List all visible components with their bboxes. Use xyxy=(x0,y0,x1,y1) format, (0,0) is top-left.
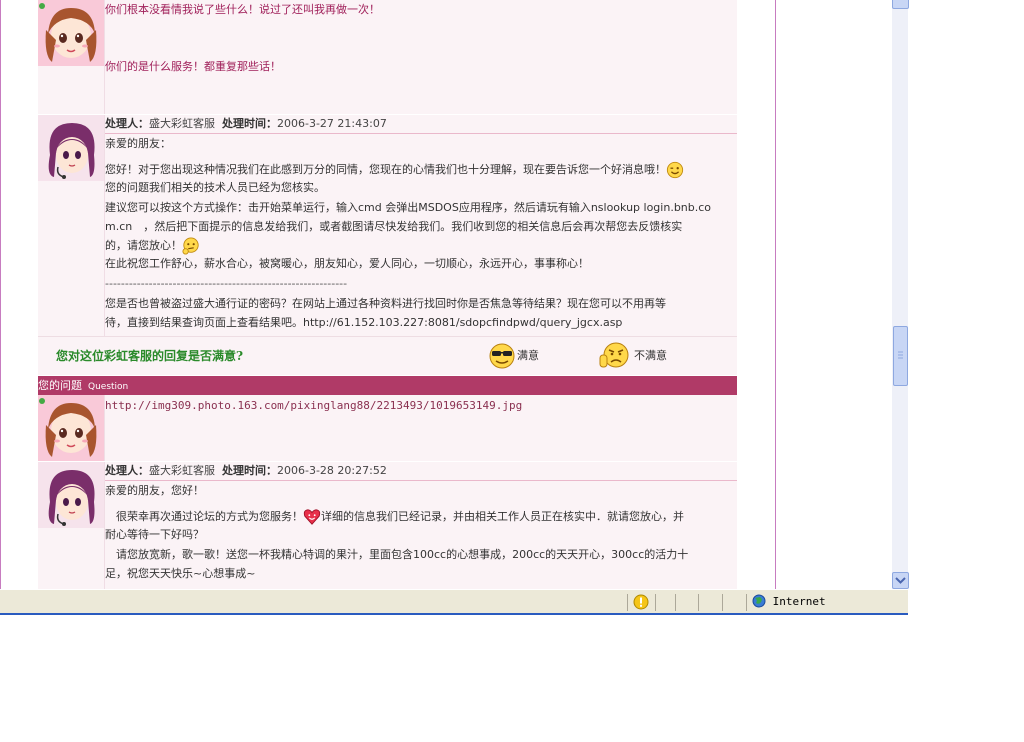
staff-reply-1: 处理人：盛大彩虹客服 处理时间：2006-3-27 21:43:07 亲爱的朋友… xyxy=(38,115,737,336)
status-divider xyxy=(675,594,676,611)
user-message-line-2: 你们的是什么服务！都重复那些话！ xyxy=(105,60,281,73)
reply-line-with-icon: 的，请您放心！ xyxy=(105,237,737,255)
reply-line: 详细的信息我们已经记录，并由相关工作人员正在核实中．就请您放心，并 xyxy=(321,510,684,523)
vertical-scrollbar[interactable] xyxy=(892,0,909,589)
reply-line-with-icon: 您好！对于您出现这种情况我们在此感到万分的同情，您现在的心情我们也十分理解，现在… xyxy=(105,161,737,179)
reply-1-header: 处理人：盛大彩虹客服 处理时间：2006-3-27 21:43:07 xyxy=(105,115,737,134)
frame-border-left xyxy=(0,0,1,589)
status-divider xyxy=(722,594,723,611)
globe-icon xyxy=(752,594,766,608)
unsatisfied-label[interactable]: 不满意 xyxy=(634,349,667,362)
browser-window: 你们根本没看情我说了些什么！说过了还叫我再做一次！ 你们的是什么服务！都重复那些… xyxy=(0,0,909,615)
window-bottom-border xyxy=(0,613,908,615)
satisfaction-row: 您对这位彩虹客服的回复是否满意? 满意 不满意 xyxy=(38,336,737,375)
reply-1-body: 亲爱的朋友： 您好！对于您出现这种情况我们在此感到万分的同情，您现在的心情我们也… xyxy=(105,135,737,332)
wink-smiley-icon xyxy=(666,161,684,179)
time-label: 处理时间： xyxy=(222,117,277,130)
reply-2-body: 亲爱的朋友，您好！ 很荣幸再次通过论坛的方式为您服务！ 详细的信息我们已经记录，并… xyxy=(105,482,737,583)
handler-name: 盛大彩虹客服 xyxy=(149,464,215,477)
satisfaction-question: 您对这位彩虹客服的回复是否满意? xyxy=(56,349,244,363)
satisfied-label[interactable]: 满意 xyxy=(517,349,539,362)
satisfied-option[interactable]: 满意 xyxy=(487,341,539,371)
reply-line: 在此祝您工作舒心，薪水合心，被窝暖心，朋友知心，爱人同心，一切顺心，永远开心，事… xyxy=(105,257,589,270)
reply-line: 请您放宽新，歌一歌！送您一杯我精心特调的果汁，里面包含100cc的心想事成，20… xyxy=(105,548,689,561)
scrollbar-thumb[interactable] xyxy=(893,326,908,386)
divider-line: ----------------------------------------… xyxy=(105,277,348,290)
user-message-url[interactable]: http://img309.photo.163.com/pixinglang88… xyxy=(105,399,522,412)
handler-label: 处理人： xyxy=(105,117,149,130)
angry-smiley-icon[interactable] xyxy=(598,341,630,371)
reply-time: 2006-3-27 21:43:07 xyxy=(277,117,387,130)
avatar-cell xyxy=(38,395,105,461)
question-section-bar: 您的问题 Question xyxy=(38,376,737,395)
reply-line: m.cn ，然后把下面提示的信息发给我们，或者截图请尽快发给我们。我们收到您的相… xyxy=(105,220,683,233)
handler-label: 处理人： xyxy=(105,464,149,477)
user-avatar-icon xyxy=(38,0,104,66)
avatar-cell xyxy=(38,0,105,114)
reply-2-header: 处理人：盛大彩虹客服 处理时间：2006-3-28 20:27:52 xyxy=(105,462,737,481)
staff-reply-2: 处理人：盛大彩虹客服 处理时间：2006-3-28 20:27:52 亲爱的朋友… xyxy=(38,462,737,589)
warning-icon[interactable] xyxy=(633,594,649,610)
frame-border-right xyxy=(775,0,776,589)
status-divider xyxy=(698,594,699,611)
avatar-cell xyxy=(38,462,105,589)
reply-line: 您是否也曾被盗过盛大通行证的密码？在网站上通过各种资料进行找回时你是否焦急等待结… xyxy=(105,297,666,310)
reply-line: 的，请您放心！ xyxy=(105,239,182,252)
chevron-down-icon xyxy=(895,577,906,584)
status-divider xyxy=(627,594,628,611)
reply-line-with-icon: 很荣幸再次通过论坛的方式为您服务！ 详细的信息我们已经记录，并由相关工作人员正在核… xyxy=(105,508,737,526)
heart-smiley-icon xyxy=(303,509,321,525)
scroll-up-button[interactable] xyxy=(892,0,909,9)
status-divider xyxy=(655,594,656,611)
reply-line: 您好！对于您出现这种情况我们在此感到万分的同情，您现在的心情我们也十分理解，现在… xyxy=(105,163,666,176)
reply-line: 待，直接到结果查询页面上查看结果吧。http://61.152.103.227:… xyxy=(105,316,623,329)
reply-line: 耐心等待一下好吗？ xyxy=(105,528,204,541)
question-bar-subtitle: Question xyxy=(88,382,129,392)
page-viewport: 你们根本没看情我说了些什么！说过了还叫我再做一次！ 你们的是什么服务！都重复那些… xyxy=(0,0,892,589)
user-avatar-icon xyxy=(38,395,104,461)
security-zone-label: Internet xyxy=(772,595,826,608)
status-divider xyxy=(746,594,747,611)
user-message-1: 你们根本没看情我说了些什么！说过了还叫我再做一次！ 你们的是什么服务！都重复那些… xyxy=(38,0,737,114)
reply-line: 亲爱的朋友，您好！ xyxy=(105,484,204,497)
unsatisfied-option[interactable]: 不满意 xyxy=(598,341,667,371)
cool-smiley-icon[interactable] xyxy=(487,342,517,370)
question-bar-title: 您的问题 xyxy=(38,379,82,392)
avatar-cell xyxy=(38,115,105,336)
user-message-2: http://img309.photo.163.com/pixinglang88… xyxy=(38,395,737,461)
reply-line: 建议您可以按这个方式操作：击开始菜单运行，输入cmd 会弹出MSDOS应用程序，… xyxy=(105,201,712,214)
scroll-down-button[interactable] xyxy=(892,572,909,589)
reply-line: 您的问题我们相关的技术人员已经为您核实。 xyxy=(105,181,325,194)
reply-line: 足，祝您天天快乐~心想事成~ xyxy=(105,567,256,580)
time-label: 处理时间： xyxy=(222,464,277,477)
reply-line: 亲爱的朋友： xyxy=(105,137,171,150)
reply-line: 很荣幸再次通过论坛的方式为您服务！ xyxy=(105,510,303,523)
user-message-line-1: 你们根本没看情我说了些什么！说过了还叫我再做一次！ xyxy=(105,3,380,16)
staff-avatar-icon xyxy=(38,462,104,528)
status-bar: Internet xyxy=(0,589,908,615)
handler-name: 盛大彩虹客服 xyxy=(149,117,215,130)
staff-avatar-icon xyxy=(38,115,104,181)
security-zone: Internet xyxy=(752,594,826,608)
reply-time: 2006-3-28 20:27:52 xyxy=(277,464,387,477)
thread-content: 你们根本没看情我说了些什么！说过了还叫我再做一次！ 你们的是什么服务！都重复那些… xyxy=(38,0,737,589)
grip-icon xyxy=(898,351,903,359)
thinking-smiley-icon xyxy=(182,237,199,255)
